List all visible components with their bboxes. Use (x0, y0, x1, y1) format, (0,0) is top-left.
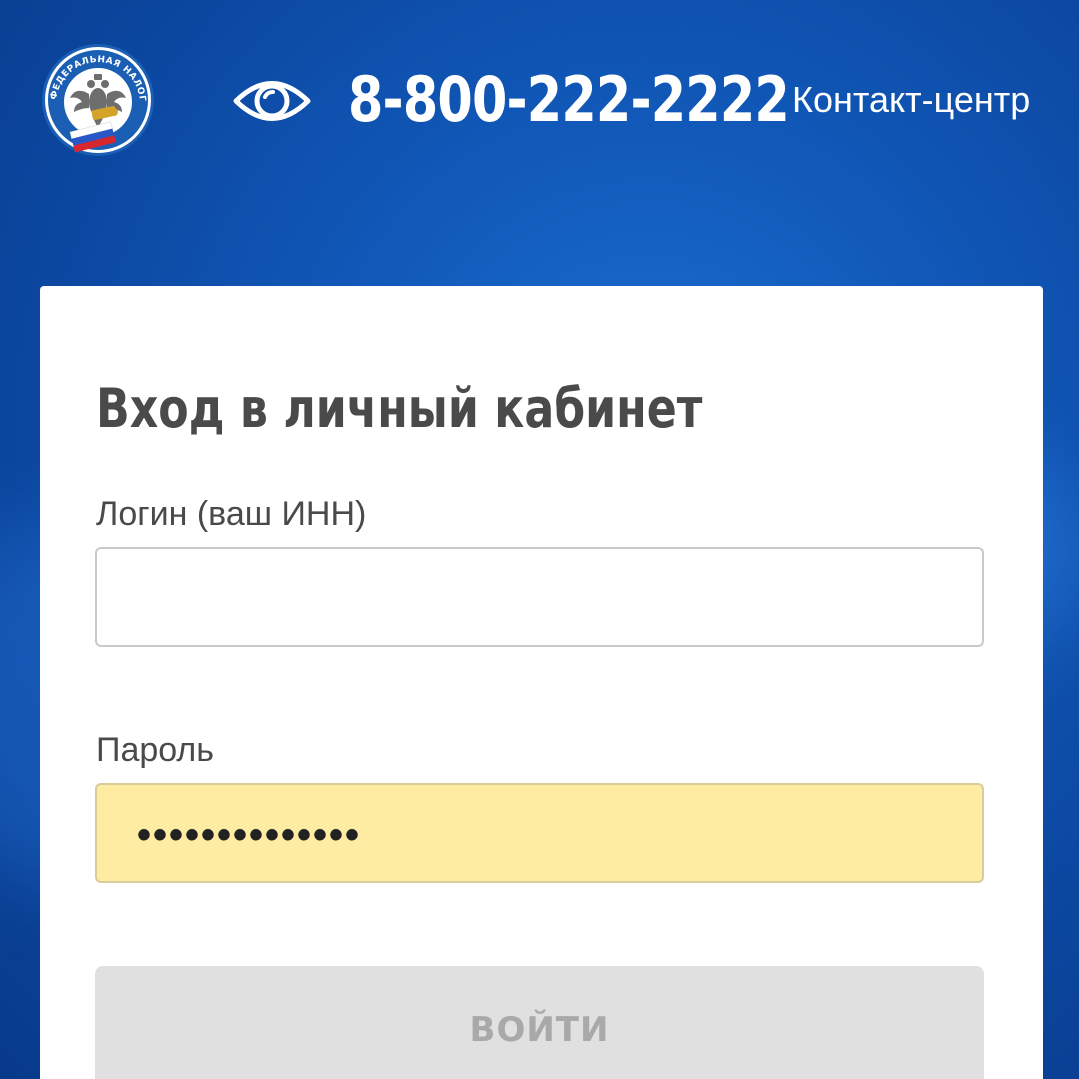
contact-phone-link[interactable]: 8-800-222-2222 (348, 60, 790, 140)
login-card: Вход в личный кабинет Логин (ваш ИНН) Па… (40, 286, 1043, 1079)
password-label: Пароль (96, 731, 214, 769)
eye-icon[interactable] (232, 70, 312, 132)
login-input[interactable] (95, 547, 984, 647)
contact-center-link[interactable]: Контакт-центр (792, 78, 1030, 122)
password-input[interactable]: •••••••••••••• (95, 783, 984, 883)
login-label: Логин (ваш ИНН) (96, 495, 367, 533)
page-title: Вход в личный кабинет (96, 377, 703, 440)
login-button[interactable]: ВОЙТИ (95, 966, 984, 1079)
header: ФЕДЕРАЛЬНАЯ НАЛОГОВАЯ СЛУЖБА 8-800- (0, 0, 1079, 200)
fns-logo[interactable]: ФЕДЕРАЛЬНАЯ НАЛОГОВАЯ СЛУЖБА (40, 42, 156, 158)
